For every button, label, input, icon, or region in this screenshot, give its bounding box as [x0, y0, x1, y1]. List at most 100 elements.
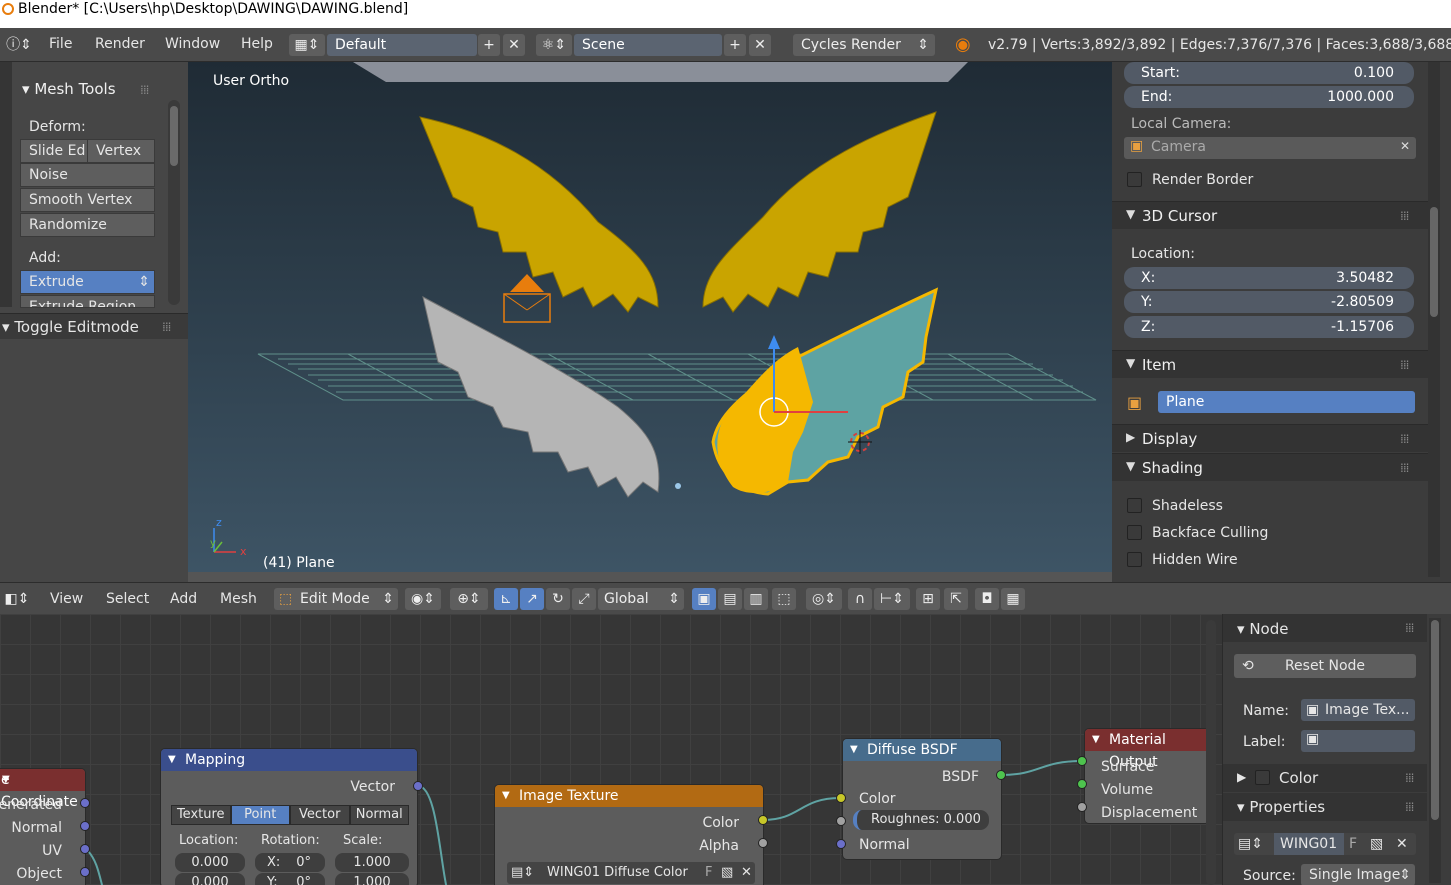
menu-window[interactable]: Window: [165, 36, 220, 52]
node-sidebar-scrollbar[interactable]: [1429, 618, 1441, 883]
viewport-shading-icon[interactable]: ◉⇕: [405, 588, 441, 610]
image-browse-icon[interactable]: ▤⇕: [1238, 833, 1263, 855]
noise-button[interactable]: Noise: [20, 163, 155, 187]
shading-panel-header[interactable]: ▼ Shading ⁞⁞⁞: [1112, 453, 1428, 481]
menu-mesh[interactable]: Mesh: [220, 591, 257, 607]
diffuse-header[interactable]: Diffuse BSDF: [843, 739, 1001, 761]
type-vector-button[interactable]: Vector: [290, 805, 350, 825]
translate-manipulator-icon[interactable]: ↗: [520, 588, 544, 610]
scene-icon[interactable]: ⚛⇕: [536, 34, 572, 56]
mode-dropdown[interactable]: ⬚ Edit Mode ⇕: [274, 588, 398, 610]
location-y-field[interactable]: 0.000: [175, 873, 245, 885]
3d-cursor-panel-header[interactable]: ▼ 3D Cursor ⁞⁞⁞: [1112, 201, 1428, 229]
roughness-field[interactable]: Roughnes: 0.000: [853, 810, 989, 830]
pack-icon[interactable]: ▧: [721, 862, 733, 884]
unlink-icon[interactable]: ✕: [1396, 833, 1408, 855]
face-select-icon[interactable]: ▤: [718, 588, 742, 610]
menu-render[interactable]: Render: [95, 36, 145, 52]
scene-field[interactable]: Scene: [574, 34, 722, 56]
slide-edge-button[interactable]: Slide Ed: [20, 139, 88, 163]
object-socket[interactable]: [80, 867, 90, 877]
type-normal-button[interactable]: Normal: [349, 805, 409, 825]
panel-grip-icon[interactable]: ⁞⁞⁞: [1400, 209, 1410, 223]
scale-x-field[interactable]: 1.000: [335, 853, 409, 872]
properties-scrollbar[interactable]: [1428, 62, 1440, 577]
viewport-bottom-scrollbar[interactable]: [188, 572, 1112, 582]
extrude-region-button[interactable]: Extrude Region: [20, 295, 155, 308]
material-output-header[interactable]: Material Output: [1085, 729, 1209, 770]
node-name-field[interactable]: ▣ Image Tex...: [1301, 699, 1415, 721]
transform-orientation-dropdown[interactable]: Global ⇕: [598, 588, 684, 610]
menu-view[interactable]: View: [50, 591, 83, 607]
image-texture-header[interactable]: Image Texture: [495, 785, 763, 807]
material-output-node[interactable]: Material Output Surface Volume Displacem…: [1084, 728, 1210, 824]
uv-socket[interactable]: [80, 844, 90, 854]
snap-target-icon[interactable]: ⊞: [916, 588, 940, 610]
image-browse-icon[interactable]: ▤⇕: [511, 862, 534, 884]
type-point-button[interactable]: Point: [230, 805, 290, 825]
image-texture-node[interactable]: Image Texture Color Alpha ▤⇕ WING01 Diff…: [494, 784, 764, 885]
generated-socket[interactable]: [80, 798, 90, 808]
menu-help[interactable]: Help: [241, 36, 273, 52]
source-dropdown[interactable]: Single Image ⇕: [1301, 864, 1415, 885]
color-output-socket[interactable]: [758, 815, 768, 825]
mesh-tools-panel-title[interactable]: ▾ Mesh Tools: [22, 80, 116, 98]
screen-layout-icon[interactable]: ▦⇕: [289, 34, 325, 56]
cursor-x-field[interactable]: X: 3.50482: [1124, 267, 1414, 289]
tool-shelf-tabs[interactable]: [0, 62, 12, 307]
add-scene-button[interactable]: +: [724, 34, 746, 56]
editor-type-3d-view-icon[interactable]: ◧⇕: [0, 588, 34, 610]
limit-selection-icon[interactable]: ⬚: [772, 588, 796, 610]
fake-user-toggle[interactable]: F: [1349, 833, 1357, 855]
object-name-field[interactable]: Plane: [1158, 391, 1415, 413]
pivot-point-icon[interactable]: ⊕⇕: [450, 588, 488, 610]
panel-grip-icon[interactable]: ⁞⁞⁞: [1405, 800, 1415, 814]
render-animation-icon[interactable]: ▦: [1001, 588, 1025, 610]
layer-icon[interactable]: ▣: [692, 588, 716, 610]
image-selector[interactable]: ▤⇕ WING01 Diffuse Color F ▧ ✕: [507, 862, 755, 884]
normal-socket[interactable]: [80, 821, 90, 831]
displacement-input-socket[interactable]: [1077, 802, 1087, 812]
properties-panel-header[interactable]: ▾ Properties ⁞⁞⁞: [1223, 793, 1427, 821]
panel-grip-icon[interactable]: ⁞⁞⁞: [162, 320, 172, 334]
menu-select[interactable]: Select: [106, 591, 149, 607]
mapping-node[interactable]: Mapping Vector Texture Point Vector Norm…: [160, 748, 418, 885]
proportional-editing-icon[interactable]: ◎⇕: [806, 588, 842, 610]
mapping-vector-socket[interactable]: [413, 781, 423, 791]
cursor-z-field[interactable]: Z: -1.15706: [1124, 316, 1414, 338]
color-panel-header[interactable]: ▶ Color ⁞⁞⁞: [1223, 764, 1427, 792]
screen-layout-field[interactable]: Default: [327, 34, 477, 56]
type-texture-button[interactable]: Texture: [171, 805, 231, 825]
display-panel-header[interactable]: ▶ Display ⁞⁞⁞: [1112, 424, 1428, 452]
remove-scene-button[interactable]: ✕: [749, 34, 771, 56]
alpha-output-socket[interactable]: [758, 838, 768, 848]
add-screen-button[interactable]: +: [478, 34, 500, 56]
rotate-manipulator-icon[interactable]: ↻: [546, 588, 570, 610]
item-panel-header[interactable]: ▼ Item ⁞⁞⁞: [1112, 350, 1428, 378]
clip-end-field[interactable]: End: 1000.000: [1124, 86, 1414, 108]
node-editor[interactable]: e Coordinate Generated Normal UV Object …: [0, 614, 1222, 885]
snap-magnet-icon[interactable]: ∩: [848, 588, 872, 610]
remove-screen-button[interactable]: ✕: [503, 34, 525, 56]
location-x-field[interactable]: 0.000: [175, 853, 245, 872]
node-editor-scrollbar[interactable]: [1206, 620, 1216, 885]
panel-grip-icon[interactable]: ⁞⁞⁞: [140, 83, 150, 97]
cursor-y-field[interactable]: Y: -2.80509: [1124, 291, 1414, 313]
image-datablock-name[interactable]: WING01: [1274, 833, 1344, 855]
hidden-wire-checkbox[interactable]: [1127, 552, 1142, 567]
panel-grip-icon[interactable]: ⁞⁞⁞: [1400, 432, 1410, 446]
panel-grip-icon[interactable]: ⁞⁞⁞: [1405, 621, 1415, 635]
pack-icon[interactable]: ▧: [1370, 833, 1383, 855]
manipulator-toggle-icon[interactable]: ⊾: [494, 588, 518, 610]
toolshelf-scrollbar[interactable]: [168, 100, 180, 305]
scale-manipulator-icon[interactable]: ⤢: [572, 588, 596, 610]
rotation-y-field[interactable]: Y: 0°: [255, 873, 325, 885]
solid-select-icon[interactable]: ▥: [744, 588, 768, 610]
panel-grip-icon[interactable]: ⁞⁞⁞: [1405, 771, 1415, 785]
editor-type-info-icon[interactable]: ⓘ⇕: [2, 34, 36, 56]
fake-user-label[interactable]: F: [705, 862, 712, 884]
mapping-node-header[interactable]: Mapping: [161, 749, 417, 771]
vertex-slide-button[interactable]: Vertex: [87, 139, 155, 163]
texcoord-node-header[interactable]: e Coordinate: [0, 769, 85, 810]
render-engine-dropdown[interactable]: Cycles Render ⇕: [793, 34, 935, 56]
